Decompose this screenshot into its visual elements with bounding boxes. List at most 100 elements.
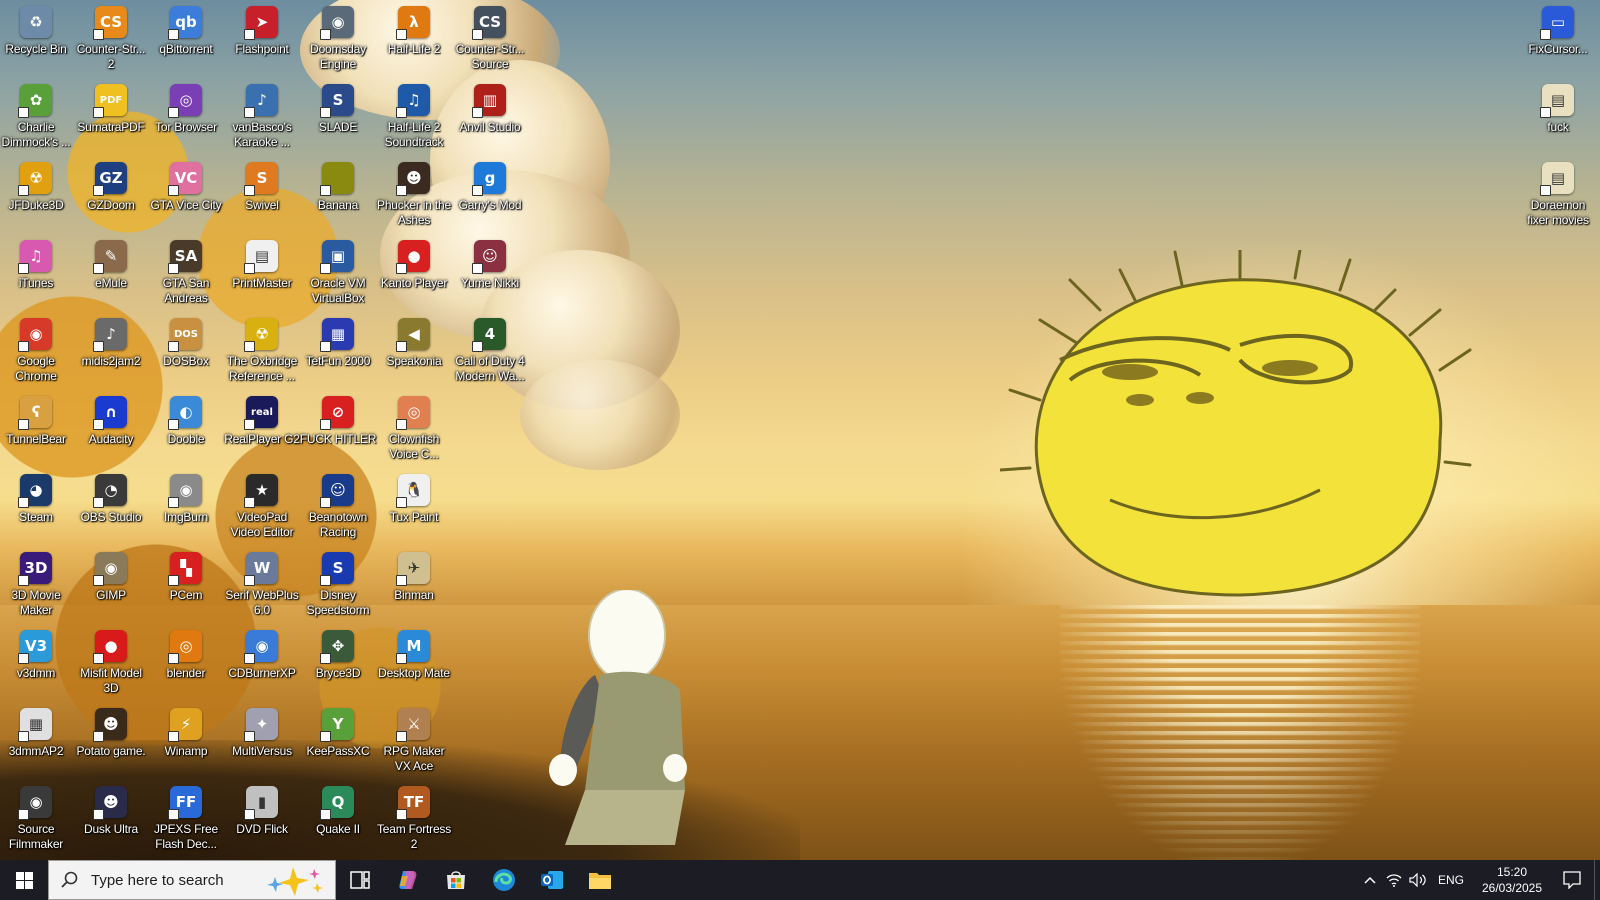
clock[interactable]: 15:20 26/03/2025 [1474, 864, 1550, 896]
desktop-icon-label: fuck [1547, 120, 1569, 134]
desktop-icon-fixcursor[interactable]: ▭ FixCursor... [1520, 0, 1596, 74]
desktop-icon-v3dmm[interactable]: V3 v3dmm [0, 624, 74, 698]
desktop-icon-imgburn[interactable]: ◉ ImgBurn [148, 468, 224, 542]
desktop-icon-3d-movie-maker[interactable]: 3D 3D Movie Maker [0, 546, 74, 620]
desktop-icon-itunes[interactable]: ♫ iTunes [0, 234, 74, 308]
desktop-icon-multiversus[interactable]: ✦ MultiVersus [224, 702, 300, 776]
desktop-icon-google-chrome[interactable]: ◉ Google Chrome [0, 312, 74, 386]
desktop-icon-source-filmmaker[interactable]: ◉ Source Filmmaker [0, 780, 74, 854]
desktop-icon-3dmmap2[interactable]: ▦ 3dmmAP2 [0, 702, 74, 776]
desktop-icon-dooble[interactable]: ◐ Dooble [148, 390, 224, 464]
desktop-icon-phucker-in-the-ashes[interactable]: ☻ Phucker in the Ashes [376, 156, 452, 230]
file-explorer-button[interactable] [576, 860, 624, 900]
desktop-icon-doraemon-fixer-movies[interactable]: ▤ Doraemon fixer movies [1520, 156, 1596, 230]
desktop-icon-potato-game[interactable]: ☻ Potato game. [73, 702, 149, 776]
desktop-icon-jpexs-free-flash-dec[interactable]: FF JPEXS Free Flash Dec... [148, 780, 224, 854]
start-button[interactable] [0, 860, 48, 900]
desktop-icon-audacity[interactable]: ∩ Audacity [73, 390, 149, 464]
desktop-icon-doomsday-engine[interactable]: ◉ Doomsday Engine [300, 0, 376, 74]
desktop-icon-anvil-studio[interactable]: ▥ Anvil Studio [452, 78, 528, 152]
desktop-icon-slade[interactable]: S SLADE [300, 78, 376, 152]
desktop-icon-half-life-2[interactable]: λ Half-Life 2 [376, 0, 452, 74]
desktop-icon-dvd-flick[interactable]: ▮ DVD Flick [224, 780, 300, 854]
desktop-icon-label: Anvil Studio [459, 120, 521, 134]
desktop-icon-sumatrapdf[interactable]: PDF SumatraPDF [73, 78, 149, 152]
desktop-icon-disney-speedstorm[interactable]: S Disney Speedstorm [300, 546, 376, 620]
volume-button[interactable] [1406, 860, 1430, 900]
desktop-icon-blender[interactable]: ◎ blender [148, 624, 224, 698]
desktop-icon-bryce3d[interactable]: ✥ Bryce3D [300, 624, 376, 698]
desktop-icon-banana[interactable]: Banana [300, 156, 376, 230]
desktop-icon-tux-paint[interactable]: 🐧 Tux Paint [376, 468, 452, 542]
show-desktop-button[interactable] [1594, 860, 1600, 900]
desktop-icon-pcem[interactable]: ▚ PCem [148, 546, 224, 620]
desktop-icon-tetfun-2000[interactable]: ▦ TetFun 2000 [300, 312, 376, 386]
desktop-icon-fuck-hitler[interactable]: ⊘ FUCK HITLER [300, 390, 376, 464]
desktop-icon-label: TetFun 2000 [305, 354, 371, 368]
desktop-icon-yume-nikki[interactable]: ☺ Yume Nikki [452, 234, 528, 308]
clownfish-voice-c-icon: ◎ [396, 396, 430, 430]
notifications-button[interactable] [1550, 860, 1594, 900]
desktop-icon-gta-san-andreas[interactable]: SA GTA San Andreas [148, 234, 224, 308]
desktop-icon-label: Disney Speedstorm [306, 588, 370, 617]
desktop-icon-binman[interactable]: ✈ Binman [376, 546, 452, 620]
desktop-icon-half-life-2-soundtrack[interactable]: ♫ Half-Life 2 Soundtrack [376, 78, 452, 152]
network-button[interactable] [1382, 860, 1406, 900]
desktop-icon-dosbox[interactable]: DOS DOSBox [148, 312, 224, 386]
desktop-icon-the-oxbridge-reference[interactable]: ☢ The Oxbridge Reference ... [224, 312, 300, 386]
microsoft-store-button[interactable] [432, 860, 480, 900]
desktop-icon-emule[interactable]: ✎ eMule [73, 234, 149, 308]
desktop-icon-keepassxc[interactable]: Y KeePassXC [300, 702, 376, 776]
desktop-icon-counter-str-source[interactable]: CS Counter-Str... Source [452, 0, 528, 74]
desktop-icon-midis2jam2[interactable]: ♪ midis2jam2 [73, 312, 149, 386]
desktop-icon-gta-vice-city[interactable]: VC GTA Vice City [148, 156, 224, 230]
desktop-icon-winamp[interactable]: ⚡ Winamp [148, 702, 224, 776]
desktop-icon-oracle-vm-virtualbox[interactable]: ▣ Oracle VM VirtualBox [300, 234, 376, 308]
show-hidden-icons-button[interactable] [1358, 860, 1382, 900]
desktop-icon-charlie-dimmock-s[interactable]: ✿ Charlie Dimmock's ... [0, 78, 74, 152]
edge-button[interactable] [480, 860, 528, 900]
desktop-icon-garry-s-mod[interactable]: g Garry's Mod [452, 156, 528, 230]
desktop-icon-misfit-model-3d[interactable]: ● Misfit Model 3D [73, 624, 149, 698]
sumatrapdf-icon: PDF [93, 84, 127, 118]
desktop-icon-swivel[interactable]: S Swivel [224, 156, 300, 230]
desktop-icon-videopad-video-editor[interactable]: ★ VideoPad Video Editor [224, 468, 300, 542]
microsoft-store-icon [447, 871, 465, 889]
desktop-icon-beanotown-racing[interactable]: ☺ Beanotown Racing [300, 468, 376, 542]
desktop-icon-gzdoom[interactable]: GZ GZDoom [73, 156, 149, 230]
desktop-icon-dusk-ultra[interactable]: ☻ Dusk Ultra [73, 780, 149, 854]
desktop-icon-realplayer-g2[interactable]: real RealPlayer G2 [224, 390, 300, 464]
desktop-icon-quake-ii[interactable]: Q Quake II [300, 780, 376, 854]
desktop-icon-team-fortress-2[interactable]: TF Team Fortress 2 [376, 780, 452, 854]
desktop-icon-clownfish-voice-c[interactable]: ◎ Clownfish Voice C... [376, 390, 452, 464]
desktop-icon-speakonia[interactable]: ◀ Speakonia [376, 312, 452, 386]
task-view-button[interactable] [336, 860, 384, 900]
desktop-icon-rpg-maker-vx-ace[interactable]: ⚔ RPG Maker VX Ace [376, 702, 452, 776]
desktop-icon-gimp[interactable]: ◉ GIMP [73, 546, 149, 620]
desktop-icon-serif-webplus-6-0[interactable]: W Serif WebPlus 6.0 [224, 546, 300, 620]
desktop-icon-fuck[interactable]: ▤ fuck [1520, 78, 1596, 152]
desktop-icon-tor-browser[interactable]: ◎ Tor Browser [148, 78, 224, 152]
input-language-indicator[interactable]: ENG [1438, 873, 1464, 887]
desktop-icon-flashpoint[interactable]: ➤ Flashpoint [224, 0, 300, 74]
copilot-button[interactable] [384, 860, 432, 900]
desktop-icon-obs-studio[interactable]: ◔ OBS Studio [73, 468, 149, 542]
search-input[interactable] [91, 871, 261, 889]
fixcursor-icon: ▭ [1540, 6, 1574, 40]
qbittorrent-icon: qb [168, 6, 202, 40]
desktop-icon-recycle-bin[interactable]: ♻ Recycle Bin [0, 0, 74, 74]
desktop-icon-printmaster[interactable]: ▤ PrintMaster [224, 234, 300, 308]
desktop-icon-vanbasco-s-karaoke[interactable]: ♪ vanBasco's Karaoke ... [224, 78, 300, 152]
desktop-icon-kanto-player[interactable]: ● Kanto Player [376, 234, 452, 308]
desktop-icon-call-of-duty-4-modern-wa[interactable]: 4 Call of Duty 4 Modern Wa... [452, 312, 528, 386]
desktop-icon-tunnelbear[interactable]: ʕ TunnelBear [0, 390, 74, 464]
desktop-icon-steam[interactable]: ◕ Steam [0, 468, 74, 542]
desktop-icon-counter-str-2[interactable]: CS Counter-Str... 2 [73, 0, 149, 74]
desktop-icon-qbittorrent[interactable]: qb qBittorrent [148, 0, 224, 74]
desktop-icon-jfduke3d[interactable]: ☢ JFDuke3D [0, 156, 74, 230]
desktop-icon-desktop-mate[interactable]: M Desktop Mate [376, 624, 452, 698]
rpg-maker-vx-ace-icon: ⚔ [396, 708, 430, 742]
desktop-icon-cdburnerxp[interactable]: ◉ CDBurnerXP [224, 624, 300, 698]
search-box[interactable] [48, 860, 336, 900]
outlook-button[interactable] [528, 860, 576, 900]
